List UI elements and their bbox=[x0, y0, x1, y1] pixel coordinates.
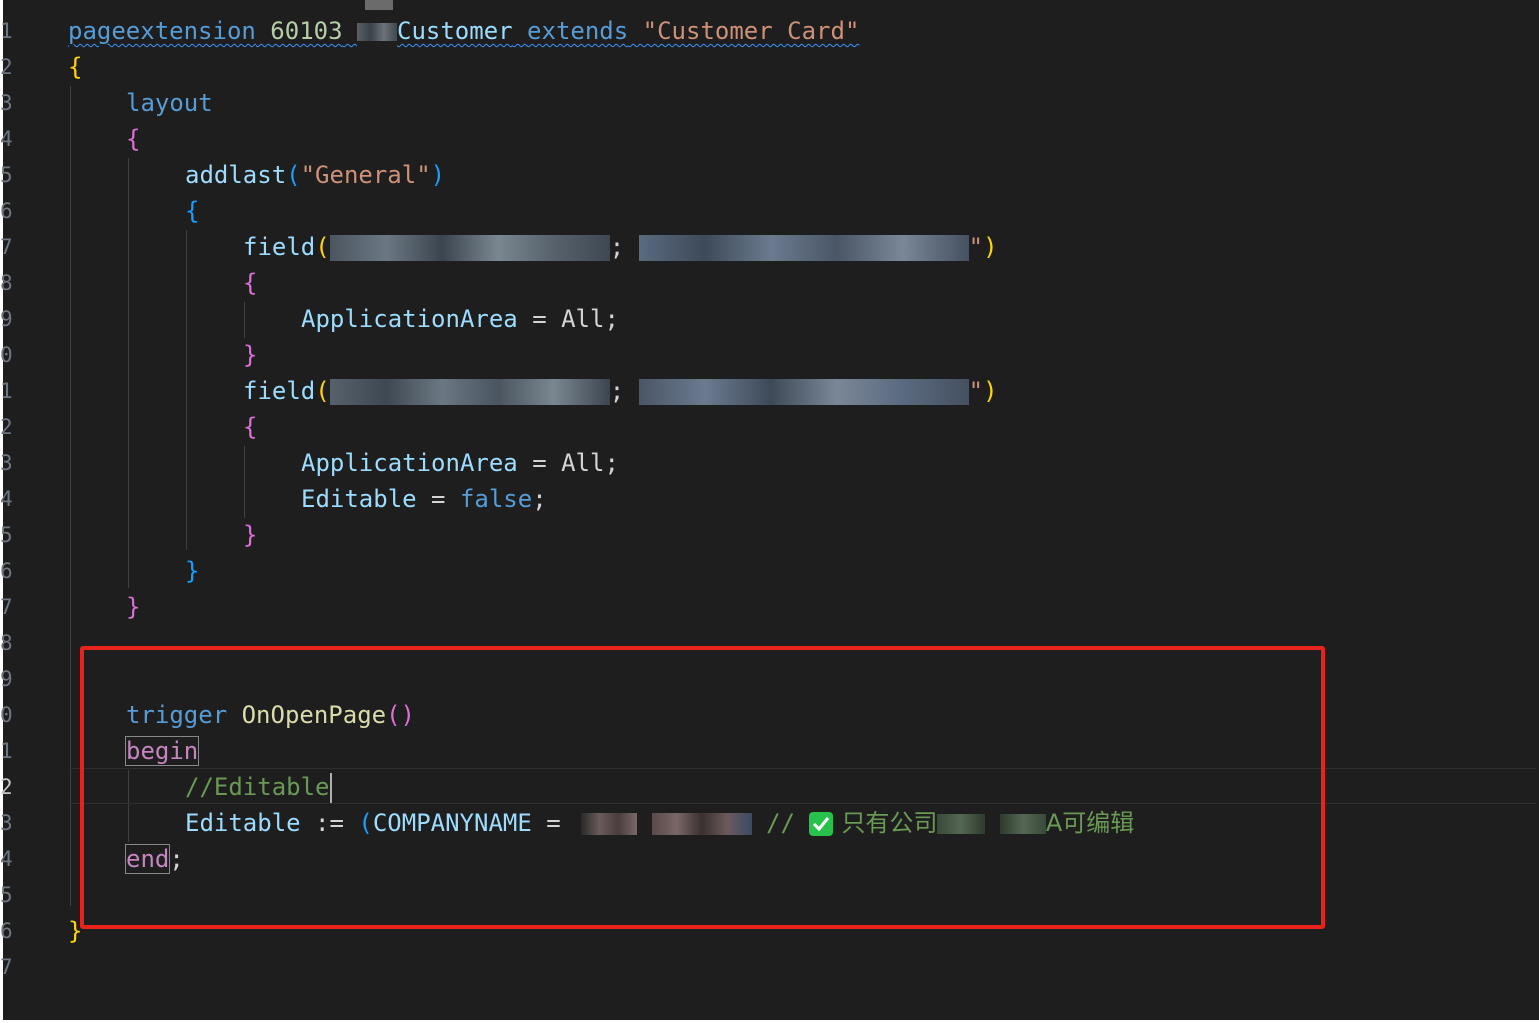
indent-guide bbox=[244, 446, 245, 518]
semicolon: ; bbox=[604, 305, 619, 333]
property-name: Editable bbox=[185, 809, 301, 837]
check-mark-icon bbox=[809, 812, 834, 836]
paren: ) bbox=[983, 233, 998, 261]
code-line-15: } bbox=[243, 521, 258, 549]
code-line-4: { bbox=[126, 125, 141, 153]
boolean-value: false bbox=[459, 485, 533, 513]
keyword-begin: begin bbox=[124, 736, 200, 766]
field-keyword: field bbox=[243, 377, 316, 405]
comment-slashes: // bbox=[766, 809, 795, 837]
indent-guide bbox=[186, 230, 187, 550]
keyword: pageextension bbox=[68, 17, 256, 45]
paren: ( bbox=[315, 233, 330, 261]
semicolon: ; bbox=[604, 449, 619, 477]
code-line-26: } bbox=[68, 917, 83, 945]
indent-guide bbox=[244, 302, 245, 338]
semicolon: ; bbox=[532, 485, 547, 513]
operator: = bbox=[431, 485, 446, 513]
indent-guide bbox=[128, 158, 129, 588]
code-editor[interactable]: pageextension 60103 Customer extends "Cu… bbox=[0, 0, 1539, 1020]
field-keyword: field bbox=[243, 233, 316, 261]
code-line-9: ApplicationArea = All; bbox=[301, 301, 619, 337]
object-name: Customer bbox=[397, 17, 513, 45]
paren: ) bbox=[983, 377, 998, 405]
operator: = bbox=[532, 449, 547, 477]
semicolon: ; bbox=[169, 845, 184, 873]
comment: //Editable bbox=[185, 773, 330, 801]
quote: " bbox=[968, 377, 984, 405]
redacted-text bbox=[638, 379, 969, 405]
code-line-1: pageextension 60103 Customer extends "Cu… bbox=[68, 13, 859, 49]
keyword-end: end bbox=[124, 844, 171, 874]
function-name: addlast bbox=[185, 161, 287, 189]
redacted-text bbox=[638, 235, 969, 261]
operator: := bbox=[315, 809, 344, 837]
quote: " bbox=[968, 233, 984, 261]
operator: = bbox=[546, 809, 561, 837]
code-line-7: field(; ") bbox=[243, 229, 998, 265]
code-line-23: Editable := (COMPANYNAME = // 只有公司 A可编辑 bbox=[185, 805, 1134, 841]
code-line-11: field(; ") bbox=[243, 373, 998, 409]
code-line-14: Editable = false; bbox=[301, 481, 547, 517]
code-line-20: trigger OnOpenPage() bbox=[126, 697, 415, 733]
code-line-16: } bbox=[185, 557, 200, 585]
redacted-text bbox=[651, 813, 752, 835]
keyword: extends bbox=[527, 17, 629, 45]
paren: () bbox=[386, 701, 416, 729]
property-value: All bbox=[561, 449, 605, 477]
paren: ( bbox=[358, 809, 373, 837]
string-arg: "General" bbox=[300, 161, 431, 189]
property-value: All bbox=[561, 305, 605, 333]
redacted-text bbox=[581, 813, 638, 835]
code-line-22: //Editable bbox=[185, 769, 332, 805]
code-line-21: begin bbox=[124, 733, 200, 769]
separator: ; bbox=[609, 233, 625, 261]
code-line-3: layout bbox=[126, 89, 213, 117]
redacted-text bbox=[999, 814, 1046, 834]
redacted-text bbox=[937, 814, 986, 834]
code-line-12: { bbox=[243, 413, 258, 441]
text-cursor bbox=[329, 773, 332, 803]
redacted-text bbox=[329, 379, 610, 405]
property-name: Editable bbox=[301, 485, 417, 513]
separator: ; bbox=[609, 377, 625, 405]
trigger-name: OnOpenPage bbox=[241, 701, 387, 729]
paren: ( bbox=[315, 377, 330, 405]
code-line-6: { bbox=[185, 197, 200, 225]
property-name: ApplicationArea bbox=[301, 449, 518, 477]
code-line-8: { bbox=[243, 269, 258, 297]
target-string: "Customer Card" bbox=[642, 17, 860, 45]
comment-text: A可编辑 bbox=[1045, 809, 1135, 837]
operator: = bbox=[532, 305, 547, 333]
object-id: 60103 bbox=[270, 17, 343, 45]
paren: ) bbox=[430, 161, 446, 189]
redacted-text bbox=[357, 23, 397, 41]
property-name: ApplicationArea bbox=[301, 305, 518, 333]
comment-text: 只有公司 bbox=[841, 809, 938, 837]
code-line-24: end; bbox=[124, 841, 184, 877]
code-line-5: addlast("General") bbox=[185, 157, 445, 193]
paren: ( bbox=[286, 161, 301, 189]
code-line-10: } bbox=[243, 341, 258, 369]
code-line-13: ApplicationArea = All; bbox=[301, 445, 619, 481]
code-line-17: } bbox=[126, 593, 141, 621]
company-name-constant: COMPANYNAME bbox=[372, 809, 532, 837]
redacted-text bbox=[329, 235, 610, 261]
code-line-2: { bbox=[68, 53, 83, 81]
keyword: trigger bbox=[126, 701, 228, 729]
